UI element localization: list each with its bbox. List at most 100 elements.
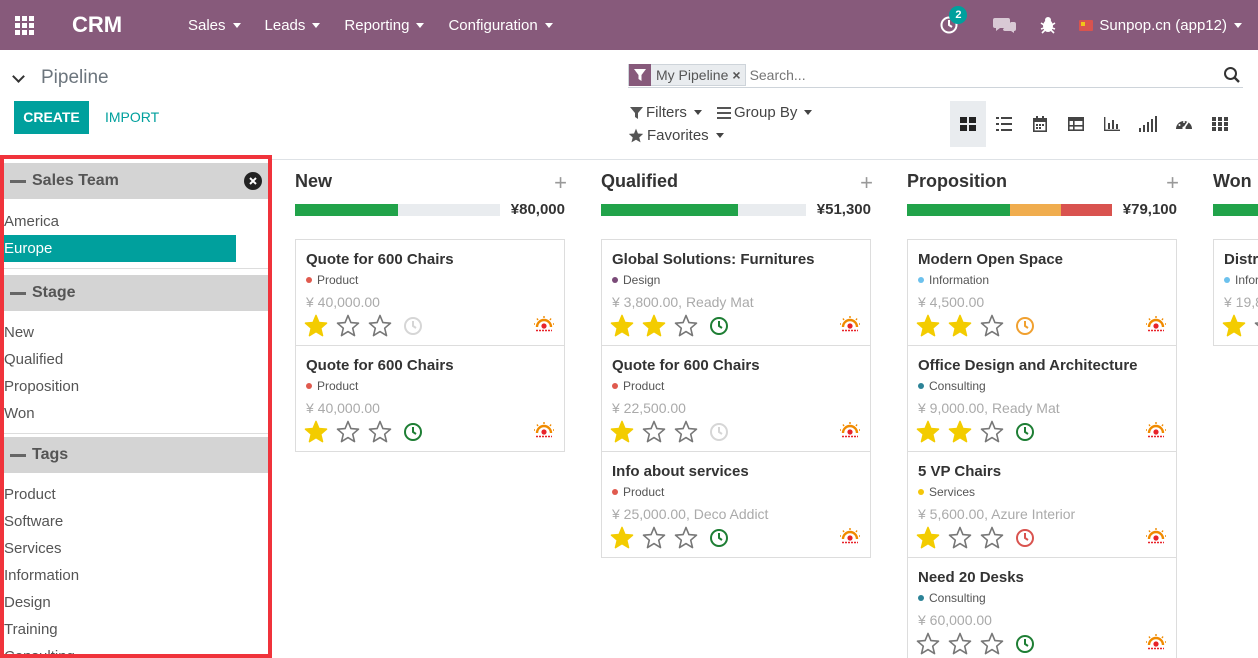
search-input[interactable] — [749, 66, 1221, 83]
column-title[interactable]: Qualified — [601, 171, 678, 192]
star-filled-icon[interactable] — [304, 314, 332, 337]
progress-segment[interactable] — [1060, 204, 1112, 216]
column-title[interactable]: Proposition — [907, 171, 1007, 192]
sidebar-item-consulting[interactable]: Consulting — [4, 643, 268, 654]
activity-clock-icon[interactable] — [1015, 422, 1039, 442]
kanban-card[interactable]: Quote for 600 Chairs Product ¥ 22,500.00 — [601, 346, 871, 452]
graph-view-button[interactable] — [1094, 101, 1130, 147]
star-empty-icon[interactable] — [948, 632, 976, 655]
sidebar-item-training[interactable]: Training — [4, 616, 268, 643]
column-title[interactable]: New — [295, 171, 332, 192]
star-filled-icon[interactable] — [304, 420, 332, 443]
kanban-card[interactable]: Info about services Product ¥ 25,000.00, D… — [601, 452, 871, 558]
star-empty-icon[interactable] — [674, 420, 702, 443]
debug-menu[interactable] — [1039, 16, 1057, 34]
pivot-view-button[interactable] — [1058, 101, 1094, 147]
star-empty-icon[interactable] — [368, 420, 396, 443]
star-empty-icon[interactable] — [1254, 314, 1258, 337]
kanban-card[interactable]: Modern Open Space Information ¥ 4,500.00 — [907, 239, 1177, 346]
messaging-menu[interactable] — [993, 15, 1017, 35]
salesperson-avatar[interactable] — [840, 316, 860, 334]
kanban-card[interactable]: Distributor Contract Information ¥ 19,800.… — [1213, 239, 1258, 346]
star-empty-icon[interactable] — [916, 632, 944, 655]
star-empty-icon[interactable] — [674, 314, 702, 337]
list-view-button[interactable] — [986, 101, 1022, 147]
star-empty-icon[interactable] — [980, 314, 1008, 337]
activity-clock-icon[interactable] — [709, 528, 733, 548]
progress-segment[interactable] — [295, 204, 398, 216]
add-card-icon[interactable]: + — [860, 170, 873, 196]
create-button[interactable]: CREATE — [14, 101, 89, 134]
sidebar-item-qualified[interactable]: Qualified — [4, 346, 268, 373]
sidebar-item-software[interactable]: Software — [4, 508, 268, 535]
salesperson-avatar[interactable] — [840, 422, 860, 440]
section-sales-team[interactable]: Sales Team — [4, 163, 268, 199]
activity-menu[interactable]: 2 — [939, 6, 968, 35]
star-filled-icon[interactable] — [610, 314, 638, 337]
import-button[interactable]: IMPORT — [99, 101, 165, 134]
progress-segment[interactable] — [907, 204, 1010, 216]
facet-remove-icon[interactable]: × — [732, 67, 744, 83]
star-filled-icon[interactable] — [610, 420, 638, 443]
star-empty-icon[interactable] — [674, 526, 702, 549]
chevron-down-icon[interactable] — [12, 69, 25, 83]
sidebar-item-new[interactable]: New — [4, 319, 268, 346]
star-empty-icon[interactable] — [980, 632, 1008, 655]
column-title[interactable]: Won — [1213, 171, 1252, 192]
salesperson-avatar[interactable] — [1146, 316, 1166, 334]
star-filled-icon[interactable] — [642, 314, 670, 337]
add-card-icon[interactable]: + — [1166, 170, 1179, 196]
menu-reporting[interactable]: Reporting — [344, 17, 425, 34]
column-progress-bar[interactable] — [1213, 204, 1258, 216]
salesperson-avatar[interactable] — [1146, 634, 1166, 652]
sidebar-item-product[interactable]: Product — [4, 481, 268, 508]
activity-clock-icon[interactable] — [403, 422, 427, 442]
star-empty-icon[interactable] — [642, 526, 670, 549]
dashboard-view-button[interactable] — [1166, 101, 1202, 147]
search-icon[interactable] — [1221, 64, 1243, 86]
favorites-dropdown[interactable]: Favorites — [628, 127, 724, 144]
progress-segment[interactable] — [1213, 204, 1258, 216]
sidebar-item-services[interactable]: Services — [4, 535, 268, 562]
salesperson-avatar[interactable] — [534, 422, 554, 440]
activity-clock-icon[interactable] — [709, 316, 733, 336]
kanban-card[interactable]: Need 20 Desks Consulting ¥ 60,000.00 — [907, 558, 1177, 658]
star-filled-icon[interactable] — [948, 420, 976, 443]
kanban-card[interactable]: Office Design and Architecture Consulting… — [907, 346, 1177, 452]
column-progress-bar[interactable] — [907, 204, 1112, 216]
sidebar-item-won[interactable]: Won — [4, 400, 268, 427]
star-empty-icon[interactable] — [980, 420, 1008, 443]
kanban-card[interactable]: 5 VP Chairs Services ¥ 5,600.00, Azure Int… — [907, 452, 1177, 558]
star-filled-icon[interactable] — [916, 314, 944, 337]
progress-segment[interactable] — [601, 204, 739, 216]
apps-menu-icon[interactable] — [0, 0, 48, 50]
star-empty-icon[interactable] — [336, 420, 364, 443]
salesperson-avatar[interactable] — [1146, 422, 1166, 440]
kanban-card[interactable]: Quote for 600 Chairs Product ¥ 40,000.00 — [295, 346, 565, 452]
star-empty-icon[interactable] — [948, 526, 976, 549]
user-menu[interactable]: Sunpop.cn (app12) — [1079, 17, 1242, 34]
sidebar-item-proposition[interactable]: Proposition — [4, 373, 268, 400]
activity-clock-icon[interactable] — [709, 422, 733, 442]
clear-filter-icon[interactable] — [244, 172, 262, 190]
kanban-card[interactable]: Quote for 600 Chairs Product ¥ 40,000.00 — [295, 239, 565, 346]
salesperson-avatar[interactable] — [1146, 528, 1166, 546]
salesperson-avatar[interactable] — [840, 528, 860, 546]
progress-segment[interactable] — [1009, 204, 1061, 216]
star-filled-icon[interactable] — [916, 526, 944, 549]
section-tags[interactable]: Tags — [4, 437, 268, 473]
star-filled-icon[interactable] — [916, 420, 944, 443]
add-card-icon[interactable]: + — [554, 170, 567, 196]
star-empty-icon[interactable] — [368, 314, 396, 337]
filters-dropdown[interactable]: Filters — [630, 104, 702, 121]
menu-configuration[interactable]: Configuration — [448, 17, 553, 34]
activity-clock-icon[interactable] — [1015, 316, 1039, 336]
star-filled-icon[interactable] — [610, 526, 638, 549]
activity-view-button[interactable] — [1202, 101, 1238, 147]
activity-clock-icon[interactable] — [403, 316, 427, 336]
sidebar-item-europe[interactable]: Europe — [4, 235, 236, 262]
cohort-view-button[interactable] — [1130, 101, 1166, 147]
sidebar-item-design[interactable]: Design — [4, 589, 268, 616]
activity-clock-icon[interactable] — [1015, 634, 1039, 654]
column-progress-bar[interactable] — [295, 204, 500, 216]
